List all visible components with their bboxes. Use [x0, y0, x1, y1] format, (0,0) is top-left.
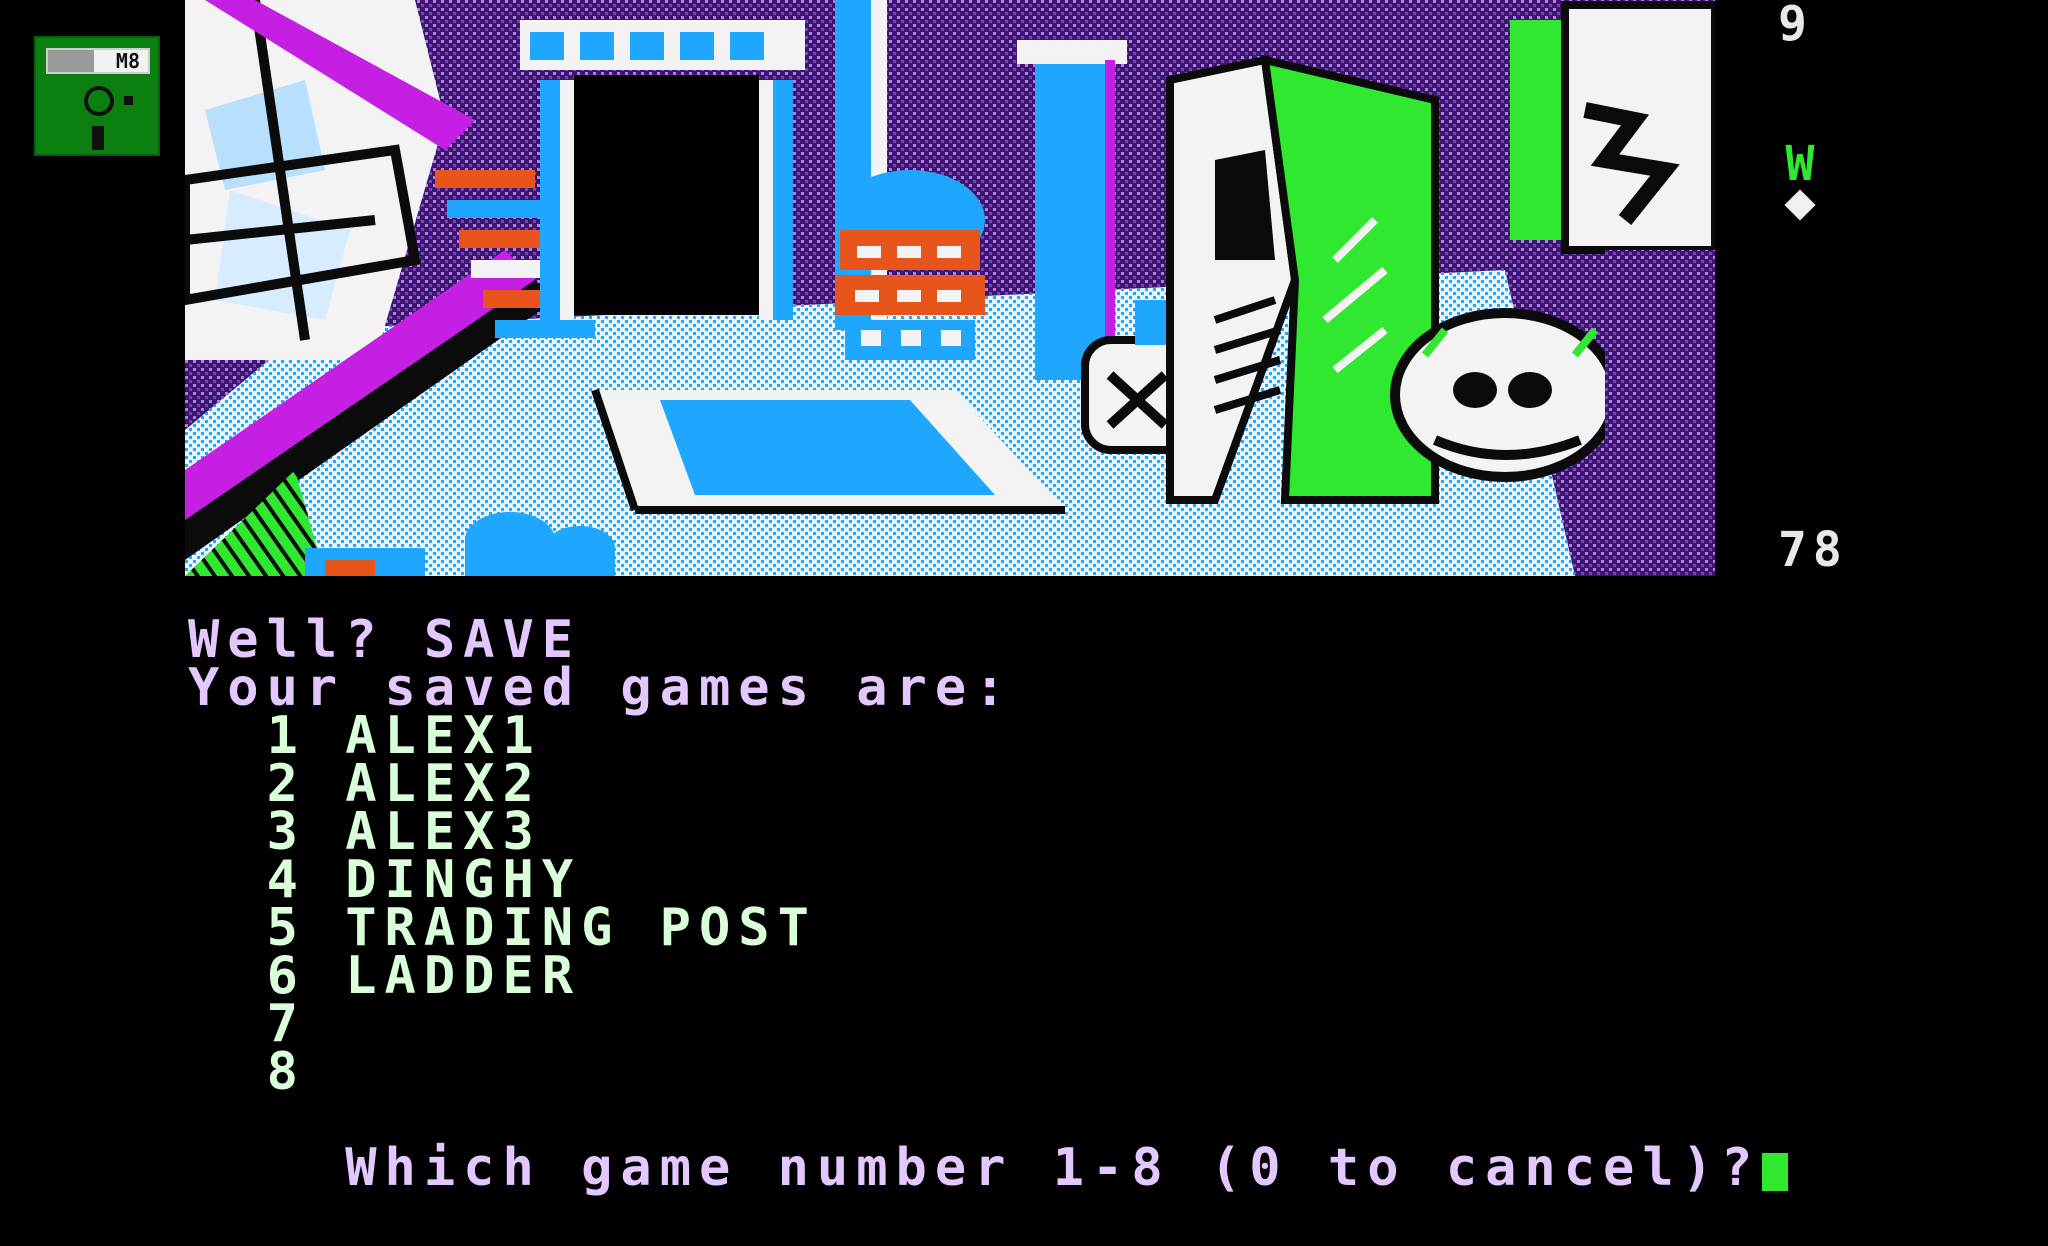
compass: W	[1778, 136, 1822, 221]
console-line: 6 LADDER	[188, 946, 582, 1006]
console-line: 4 DINGHY	[188, 850, 582, 910]
disk-label-stripe	[48, 50, 94, 72]
disk-indicator: M8	[34, 36, 160, 156]
console-line: 2 ALEX2	[188, 754, 542, 814]
console-line: 5 TRADING POST	[188, 898, 817, 958]
status-bottom-number: 78	[1778, 522, 1848, 578]
wall-sign	[1510, 1, 1715, 254]
scene-illustration	[185, 0, 1715, 576]
doorway	[520, 20, 805, 320]
console-line: Well? SAVE	[188, 610, 582, 670]
console-line: Your saved games are:	[188, 658, 1014, 718]
console-line: 8	[188, 1042, 306, 1102]
pot	[835, 170, 985, 360]
creature	[1390, 308, 1620, 482]
text-cursor	[1762, 1153, 1789, 1191]
console-input-prompt[interactable]: Which game number 1-8 (0 to cancel)?	[188, 1096, 1888, 1194]
console-line: 1 ALEX1	[188, 706, 542, 766]
disk-write-protect-dot	[124, 96, 133, 105]
console-prompt-text: Which game number 1-8 (0 to cancel)?	[345, 1138, 1761, 1198]
status-column: 9 W 78	[1778, 0, 1868, 576]
arcade-cabinet	[1166, 54, 1439, 504]
compass-letter: W	[1785, 136, 1815, 192]
console-line: 7	[188, 994, 306, 1054]
disk-read-slot	[92, 126, 104, 150]
console-line: 3 ALEX3	[188, 802, 542, 862]
floppy-disk-icon	[84, 86, 114, 116]
disk-id: M8	[115, 49, 140, 73]
console: Well? SAVE Your saved games are: 1 ALEX1…	[188, 610, 1888, 1194]
scene-view	[185, 0, 1715, 576]
disk-label: M8	[46, 48, 150, 74]
status-top-number: 9	[1778, 0, 1813, 52]
compass-diamond-icon	[1784, 189, 1816, 221]
